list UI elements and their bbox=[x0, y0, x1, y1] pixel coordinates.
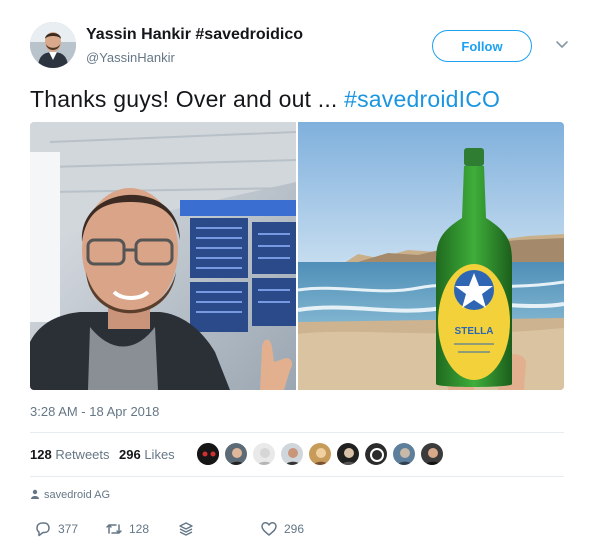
user-handle[interactable]: @YassinHankir bbox=[86, 50, 175, 65]
beer-label-text: STELLA bbox=[455, 326, 494, 337]
heart-icon bbox=[261, 522, 277, 536]
tweet-text: Thanks guys! Over and out ... #savedroid… bbox=[30, 86, 500, 113]
retweets-stat[interactable]: 128 Retweets bbox=[30, 447, 110, 462]
likes-stat[interactable]: 296 Likes bbox=[119, 447, 175, 462]
retweets-label: Retweets bbox=[55, 447, 110, 462]
media-grid: STELLA bbox=[30, 122, 564, 390]
reply-icon bbox=[36, 522, 50, 537]
source-label[interactable]: savedroid AG bbox=[44, 489, 110, 501]
liker-avatar[interactable] bbox=[252, 442, 276, 466]
liker-avatar[interactable] bbox=[280, 442, 304, 466]
like-count: 296 bbox=[284, 522, 305, 536]
avatar[interactable] bbox=[30, 22, 76, 68]
user-name[interactable]: Yassin Hankir #savedroidico bbox=[86, 26, 303, 44]
retweets-count: 128 bbox=[30, 447, 52, 462]
liker-avatar[interactable] bbox=[364, 442, 388, 466]
likes-label: Likes bbox=[144, 447, 175, 462]
like-action[interactable]: 296 bbox=[260, 518, 304, 540]
liker-avatar[interactable] bbox=[336, 442, 360, 466]
likes-count: 296 bbox=[119, 447, 141, 462]
liker-avatar[interactable] bbox=[196, 442, 220, 466]
retweet-icon bbox=[106, 524, 122, 534]
beer-beach-photo[interactable]: STELLA bbox=[298, 122, 564, 390]
selfie-photo[interactable] bbox=[30, 122, 296, 390]
retweet-action[interactable]: 128 bbox=[105, 518, 149, 540]
message-action[interactable] bbox=[177, 518, 195, 540]
tweet-source: savedroid AG bbox=[30, 489, 110, 501]
hashtag-link[interactable]: #savedroidICO bbox=[344, 86, 500, 112]
divider-bottom bbox=[30, 476, 564, 477]
liker-avatar[interactable] bbox=[420, 442, 444, 466]
liker-avatar[interactable] bbox=[224, 442, 248, 466]
reply-action[interactable]: 377 bbox=[34, 518, 78, 540]
retweet-count: 128 bbox=[129, 522, 150, 536]
chevron-down-icon[interactable] bbox=[554, 36, 570, 52]
divider-top bbox=[30, 432, 564, 433]
person-icon bbox=[31, 489, 39, 499]
tweet-header: Yassin Hankir #savedroidico @YassinHanki… bbox=[30, 22, 575, 72]
reply-count: 377 bbox=[58, 522, 79, 536]
liker-avatar[interactable] bbox=[308, 442, 332, 466]
tweet-timestamp[interactable]: 3:28 AM - 18 Apr 2018 bbox=[30, 404, 159, 419]
action-bar: 377 128 296 bbox=[30, 518, 564, 540]
follow-button[interactable]: Follow bbox=[432, 30, 532, 62]
tweet-text-body: Thanks guys! Over and out ... bbox=[30, 86, 345, 112]
liker-avatar[interactable] bbox=[392, 442, 416, 466]
stack-icon bbox=[179, 522, 193, 536]
